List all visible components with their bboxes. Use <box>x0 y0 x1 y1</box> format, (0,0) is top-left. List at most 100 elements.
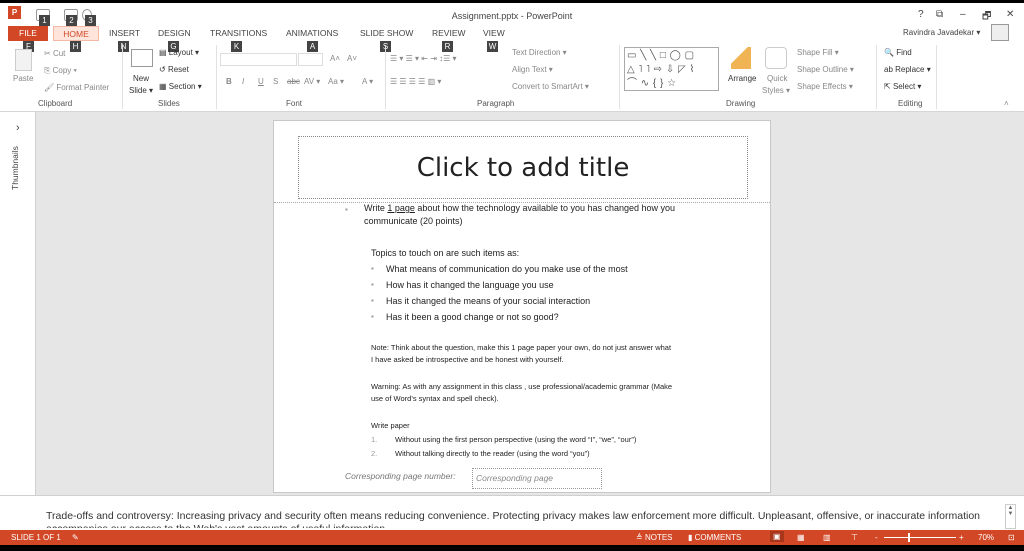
notes-text[interactable]: Trade-offs and controversy: Increasing p… <box>46 510 996 528</box>
minimize-button[interactable]: – <box>960 9 966 20</box>
new-slide-icon[interactable] <box>131 49 153 67</box>
shape-fill-button[interactable]: Shape Fill ▾ <box>797 48 839 57</box>
tab-home[interactable]: HOME <box>53 26 99 41</box>
close-button[interactable]: ✕ <box>1006 9 1014 20</box>
font-size-select[interactable] <box>298 53 323 66</box>
zoom-out-button[interactable]: - <box>875 533 878 542</box>
replace-button[interactable]: ab Replace ▾ <box>884 65 931 74</box>
collapse-ribbon-icon[interactable]: ˄ <box>1004 99 1009 108</box>
tab-review[interactable]: REVIEW <box>432 26 466 41</box>
font-color-button[interactable]: A ▾ <box>362 77 373 86</box>
tab-insert[interactable]: INSERT <box>109 26 140 41</box>
fit-slide-icon[interactable]: ⊡ <box>1008 533 1015 542</box>
list-number: 1. <box>371 435 378 444</box>
keytip: N <box>118 41 129 52</box>
text-direction-button[interactable]: Text Direction ▾ <box>512 48 567 57</box>
topics-heading: Topics to touch on are such items as: <box>371 248 520 258</box>
slide-canvas[interactable]: Click to add title ▪ Write 1 page about … <box>273 120 771 493</box>
rule-item: Without talking directly to the reader (… <box>395 449 590 458</box>
change-case-button[interactable]: Aa ▾ <box>328 77 344 86</box>
title-placeholder[interactable]: Click to add title <box>298 136 748 199</box>
avatar[interactable] <box>991 24 1009 41</box>
notes-button[interactable]: ≜ NOTES <box>636 533 673 542</box>
shrink-font-button[interactable]: A˅ <box>347 54 357 63</box>
section-button[interactable]: ▦ Section ▾ <box>159 82 202 91</box>
copy-label: Copy ▾ <box>52 66 77 75</box>
format-painter-button[interactable]: 🖌 Format Painter <box>44 83 109 92</box>
new-slide-dropdown[interactable]: Slide ▾ <box>129 86 153 95</box>
quick-styles-icon[interactable] <box>765 47 787 69</box>
underlined-text: 1 page <box>387 203 415 213</box>
reset-button[interactable]: ↺ Reset <box>159 65 189 74</box>
paste-button[interactable]: Paste <box>13 74 33 83</box>
zoom-slider[interactable] <box>884 537 956 538</box>
zoom-in-button[interactable]: + <box>959 533 964 542</box>
notes-pane[interactable]: Trade-offs and controversy: Increasing p… <box>0 495 1024 530</box>
page-number-placeholder[interactable]: Corresponding page <box>472 468 602 489</box>
convert-smartart-button[interactable]: Convert to SmartArt ▾ <box>512 82 589 91</box>
text: about how the technology available to yo… <box>414 203 676 213</box>
group-label-editing: Editing <box>898 99 923 108</box>
underline-button[interactable]: U <box>258 77 264 86</box>
align-buttons[interactable]: ☰ ☰ ☰ ☰ ▥ ▾ <box>390 77 441 86</box>
shapes-gallery[interactable]: ▭ ╲ ╲ □ ◯ ▢ △ ˥ ˥ ⇨ ⇩ ◸ ⌇ ⌒ ∿ { } ☆ <box>624 47 719 91</box>
character-spacing-button[interactable]: AV ▾ <box>304 77 320 86</box>
tab-transitions[interactable]: TRANSITIONS <box>210 26 267 41</box>
find-label: Find <box>896 48 912 57</box>
reading-view-icon[interactable]: ▥ <box>823 533 831 542</box>
note-line: Note: Think about the question, make thi… <box>371 343 672 352</box>
strikethrough-button[interactable]: abc <box>287 77 300 86</box>
slide-sorter-icon[interactable]: ▦ <box>797 533 805 542</box>
group-label-drawing: Drawing <box>726 99 756 108</box>
grow-font-button[interactable]: A˄ <box>330 54 340 63</box>
status-bar: SLIDE 1 OF 1 ✎ ≜ NOTES ▮ COMMENTS ▣ ▦ ▥ … <box>0 530 1024 545</box>
replace-label: Replace ▾ <box>895 65 931 74</box>
zoom-level[interactable]: 70% <box>978 533 994 542</box>
slideshow-icon[interactable]: ⊤ <box>851 533 858 542</box>
reset-label: Reset <box>167 65 189 74</box>
align-text-button[interactable]: Align Text ▾ <box>512 65 553 74</box>
user-account[interactable]: Ravindra Javadekar ▾ <box>903 28 980 37</box>
notes-scrollbar[interactable]: ▲ ▼ <box>1005 504 1016 529</box>
normal-view-icon[interactable]: ▣ <box>770 531 784 542</box>
tab-design[interactable]: DESIGN <box>158 26 191 41</box>
new-slide-button[interactable]: New <box>133 74 149 83</box>
tab-view[interactable]: VIEW <box>483 26 505 41</box>
bold-button[interactable]: B <box>226 77 232 86</box>
comments-label: COMMENTS <box>694 533 742 542</box>
tab-slide-show[interactable]: SLIDE SHOW <box>360 26 413 41</box>
tab-file[interactable]: FILE <box>8 26 48 41</box>
expand-thumbnails-icon[interactable]: › <box>16 122 20 134</box>
font-family-select[interactable] <box>220 53 297 66</box>
arrange-icon[interactable] <box>731 47 751 69</box>
cut-label: Cut <box>52 49 66 58</box>
rule-item: Without using the first person perspecti… <box>395 435 637 444</box>
quick-styles-button[interactable]: Quick <box>767 74 787 83</box>
zoom-slider-thumb[interactable] <box>908 533 910 542</box>
comments-button[interactable]: ▮ COMMENTS <box>688 533 741 542</box>
cut-button[interactable]: ✂ Cut <box>44 49 65 58</box>
help-button[interactable]: ? <box>918 9 924 20</box>
layout-button[interactable]: ▤ Layout ▾ <box>159 48 199 57</box>
main-bullet: Write 1 page about how the technology av… <box>364 203 675 213</box>
shape-outline-button[interactable]: Shape Outline ▾ <box>797 65 854 74</box>
list-number: 2. <box>371 449 378 458</box>
select-button[interactable]: ⇱ Select ▾ <box>884 82 921 91</box>
paste-icon[interactable] <box>15 49 32 71</box>
find-button[interactable]: 🔍 Find <box>884 48 912 57</box>
maximize-button[interactable]: 🗗 <box>982 9 991 26</box>
shadow-button[interactable]: S <box>273 77 278 86</box>
quick-styles-dropdown[interactable]: Styles ▾ <box>762 86 790 95</box>
copy-button[interactable]: ⎘ Copy ▾ <box>44 66 77 76</box>
slide-counter: SLIDE 1 OF 1 <box>11 533 61 542</box>
tab-animations[interactable]: ANIMATIONS <box>286 26 338 41</box>
topic-item: What means of communication do you make … <box>386 264 628 274</box>
bullets-button[interactable]: ☰ ▾ ☰ ▾ ⇤ ⇥ ↕☰ ▾ <box>390 54 457 63</box>
main-bullet-line2: communicate (20 points) <box>364 216 463 226</box>
spell-check-icon[interactable]: ✎ <box>72 533 79 542</box>
shape-effects-button[interactable]: Shape Effects ▾ <box>797 82 853 91</box>
italic-button[interactable]: I <box>242 77 244 86</box>
arrange-button[interactable]: Arrange <box>728 74 756 83</box>
section-label: Section ▾ <box>168 82 202 91</box>
ribbon-display-options-button[interactable]: ⧉ <box>936 9 943 20</box>
